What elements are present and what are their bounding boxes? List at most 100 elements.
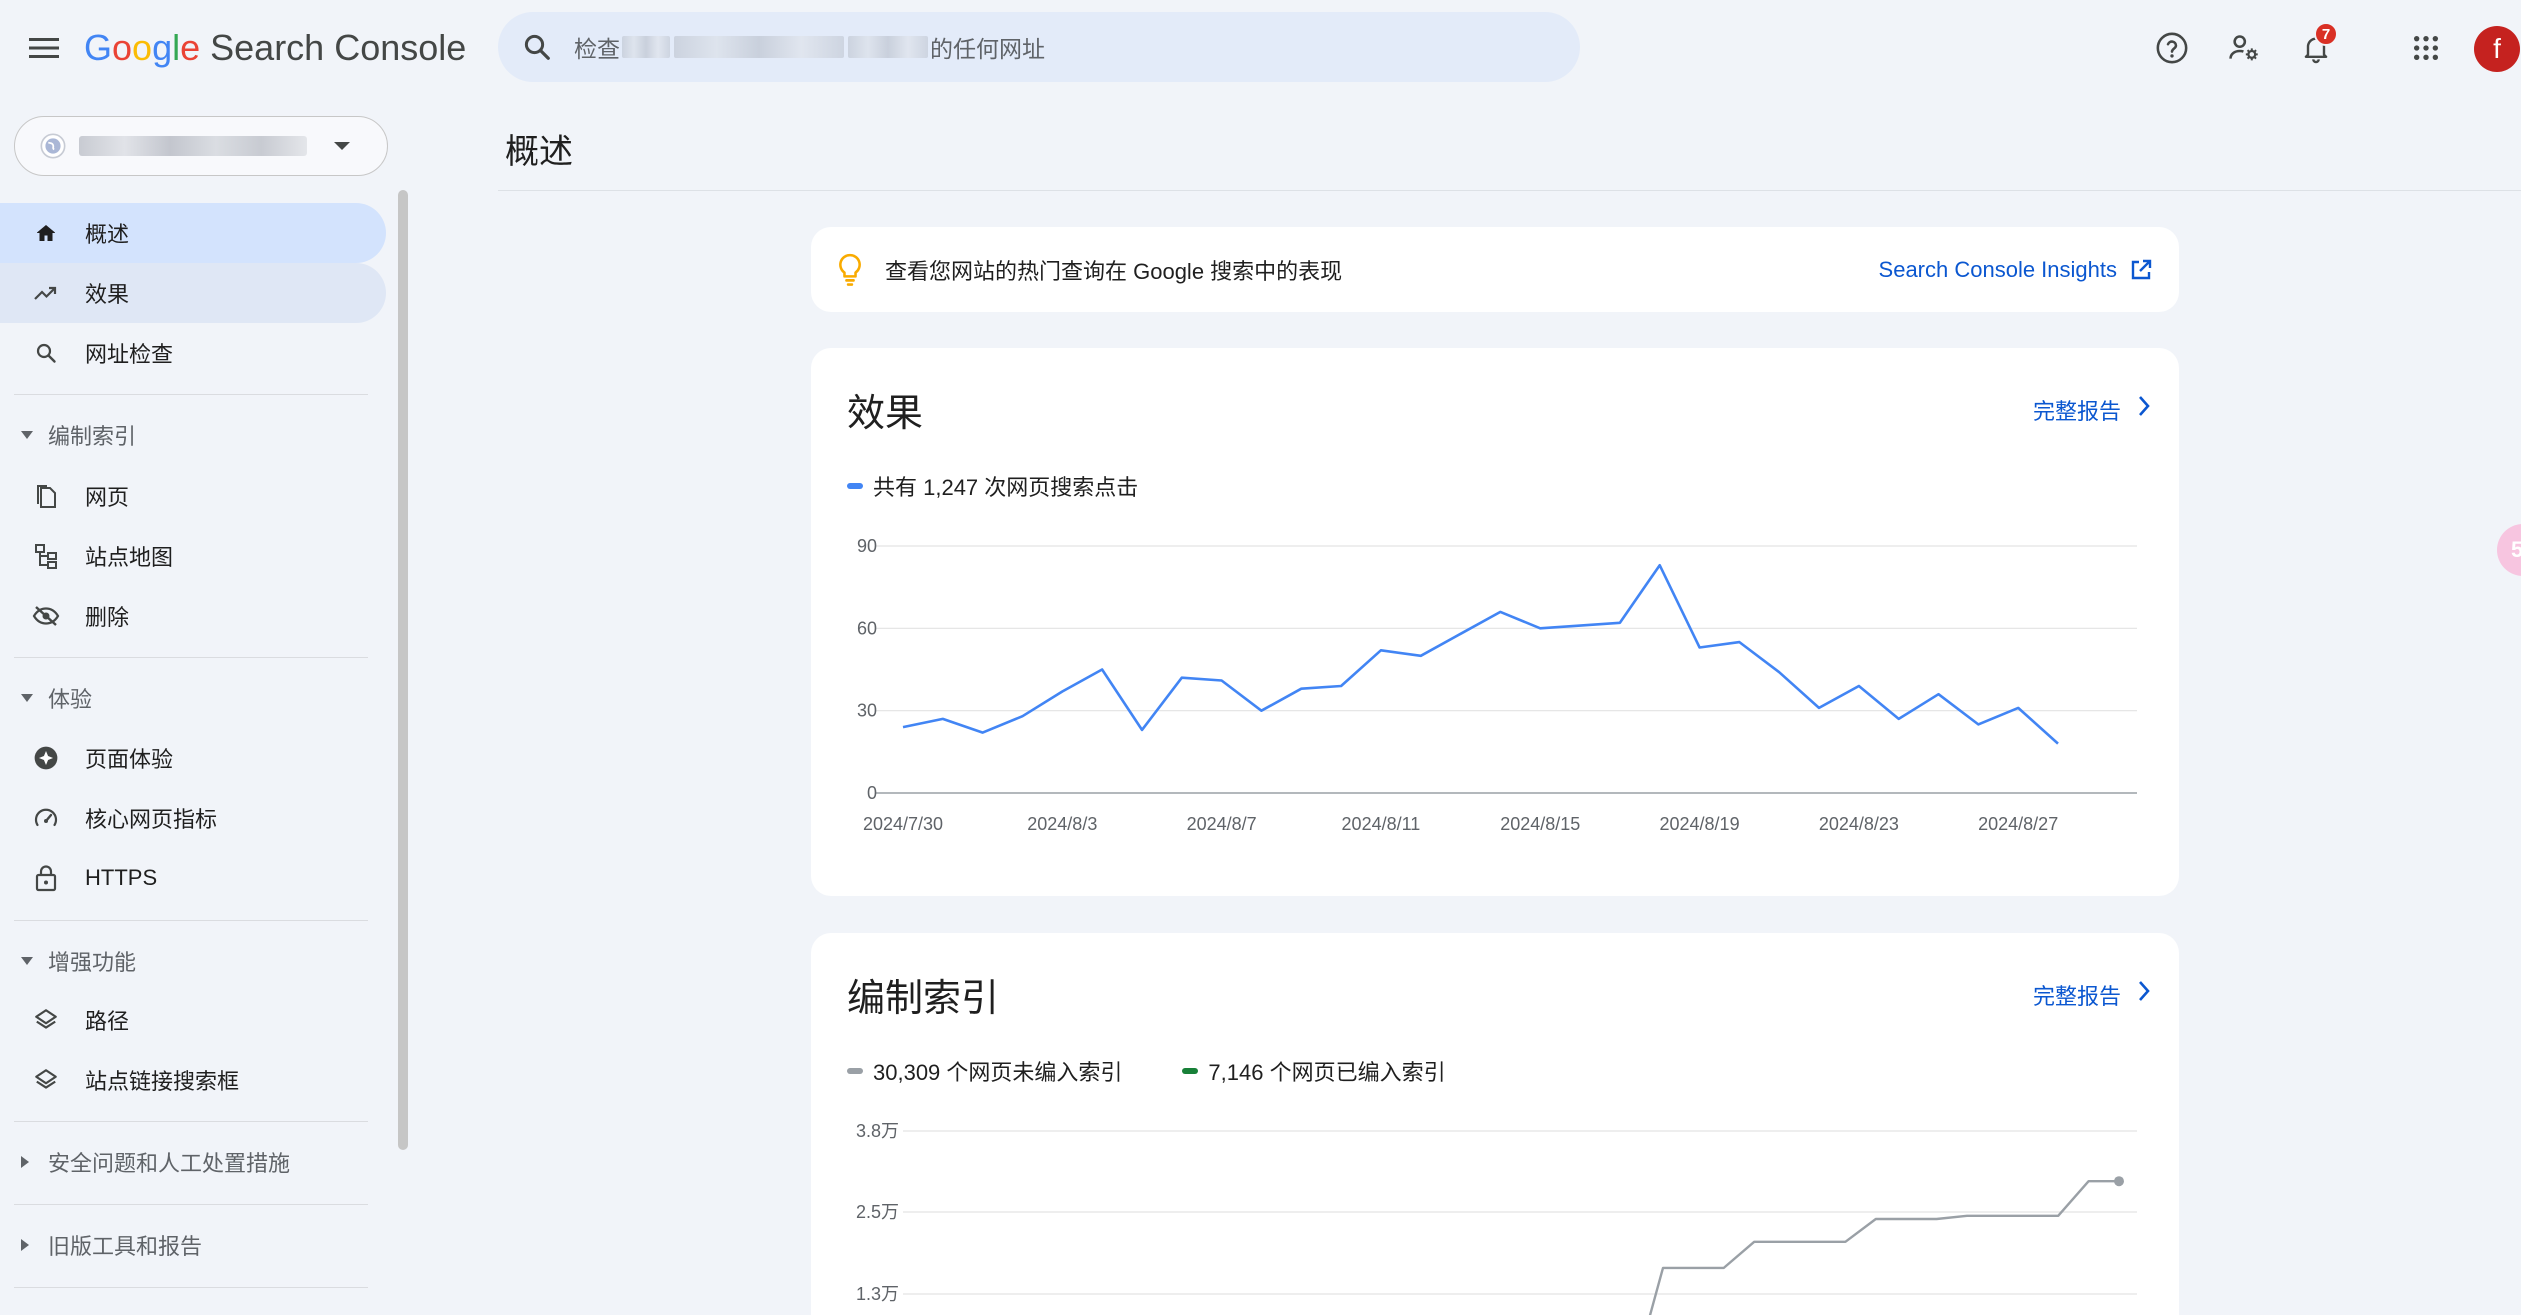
sidebar-scrollbar[interactable]: [398, 190, 408, 1150]
data-point[interactable]: [1376, 645, 1386, 655]
data-point[interactable]: [1814, 703, 1824, 713]
sidebar-item-label: 页面体验: [85, 747, 174, 772]
x-tick-label: 2024/8/23: [1819, 814, 1899, 834]
x-tick-label: 2024/8/3: [1027, 814, 1097, 834]
x-tick-label: 2024/7/30: [863, 814, 943, 834]
data-point[interactable]: [2013, 703, 2023, 713]
google-search-console-logo[interactable]: Google Search Console: [84, 26, 466, 70]
data-point[interactable]: [1695, 643, 1705, 653]
data-point[interactable]: [1017, 711, 1027, 721]
visibility-off-icon: [32, 602, 60, 630]
account-avatar[interactable]: f: [2474, 26, 2520, 72]
help-button[interactable]: [2150, 26, 2194, 70]
sidebar-item-url-inspection[interactable]: 网址检查: [0, 323, 386, 383]
data-point[interactable]: [1575, 621, 1585, 631]
sidebar-item-label: 效果: [85, 282, 130, 307]
data-point[interactable]: [1177, 673, 1187, 683]
product-name: Search Console: [210, 27, 467, 68]
indexing-line-chart[interactable]: 1.3万 2.5万 3.8万: [811, 933, 2179, 1315]
sidebar-item-label: 删除: [85, 605, 130, 630]
user-settings-button[interactable]: [2222, 26, 2266, 70]
sidebar-item-performance[interactable]: 效果: [0, 263, 386, 323]
sidebar-item-breadcrumbs[interactable]: 路径: [0, 990, 386, 1050]
y-tick-label: 0: [867, 783, 877, 803]
logo-letter: G: [84, 27, 113, 68]
data-point[interactable]: [1137, 725, 1147, 735]
google-apps-button[interactable]: [2404, 26, 2448, 70]
sidebar-item-sitelinks-searchbox[interactable]: 站点链接搜索框: [0, 1050, 386, 1110]
sidebar-item-overview[interactable]: 概述: [0, 203, 386, 263]
top-app-bar: Google Search Console 检查 的任何网址 7 f: [0, 0, 2521, 96]
series-line-clicks[interactable]: [902, 563, 2059, 745]
floating-assistant-button[interactable]: 5: [2497, 524, 2521, 576]
sidebar-item-removals[interactable]: 删除: [0, 586, 386, 646]
sidebar-section-security[interactable]: 安全问题和人工处置措施: [0, 1139, 386, 1185]
sidebar-divider: [14, 920, 368, 921]
sidebar-divider: [14, 1204, 368, 1205]
data-point[interactable]: [1256, 706, 1266, 716]
sidebar-divider: [14, 1287, 368, 1288]
data-point[interactable]: [938, 714, 948, 724]
property-selector[interactable]: [14, 116, 388, 176]
hamburger-menu-icon: [29, 38, 59, 58]
sidebar-item-label: 路径: [85, 1009, 130, 1034]
data-point[interactable]: [1854, 681, 1864, 691]
url-inspection-search-bar[interactable]: 检查 的任何网址: [498, 12, 1580, 82]
lock-icon: [32, 864, 60, 892]
sidebar-section-label: 旧版工具和报告: [48, 1234, 203, 1259]
logo-letter: l: [172, 27, 181, 68]
data-point[interactable]: [1973, 719, 1983, 729]
sidebar-section-experience[interactable]: 体验: [0, 675, 386, 721]
sidebar-item-page-experience[interactable]: 页面体验: [0, 728, 386, 788]
data-point[interactable]: [1336, 681, 1346, 691]
search-icon: [524, 34, 550, 60]
collapse-arrow-icon: [21, 431, 33, 439]
main-menu-button[interactable]: [20, 28, 68, 68]
dropdown-caret-icon: [334, 142, 350, 150]
data-point[interactable]: [1535, 623, 1545, 633]
series-line-not-indexed[interactable]: [1633, 1179, 2119, 1315]
data-point[interactable]: [1217, 675, 1227, 685]
page-experience-icon: [32, 744, 60, 772]
redacted-domain: [674, 36, 844, 58]
data-point[interactable]: [1774, 667, 1784, 677]
data-point[interactable]: [1934, 689, 1944, 699]
y-tick-label: 90: [857, 536, 877, 556]
search-console-insights-link[interactable]: Search Console Insights: [1879, 257, 2117, 283]
data-point[interactable]: [1655, 560, 1665, 570]
data-point[interactable]: [978, 728, 988, 738]
search-input-placeholder[interactable]: 检查 的任何网址: [574, 30, 1045, 64]
sidebar-item-core-web-vitals[interactable]: 核心网页指标: [0, 788, 386, 848]
x-tick-label: 2024/8/27: [1978, 814, 2058, 834]
data-point[interactable]: [1057, 686, 1067, 696]
redacted-property-name: [79, 136, 307, 156]
sidebar-section-label: 安全问题和人工处置措施: [48, 1151, 291, 1176]
performance-line-chart[interactable]: 0 30 60 90 2024/7/30 2024/8/3 2024/8/7 2024/8/1…: [811, 348, 2179, 896]
data-point[interactable]: [1894, 714, 1904, 724]
data-point[interactable]: [2053, 739, 2063, 749]
data-point[interactable]: [1416, 651, 1426, 661]
data-point[interactable]: [1456, 629, 1466, 639]
sidebar-section-enhancements[interactable]: 增强功能: [0, 938, 386, 984]
sidebar-section-indexing[interactable]: 编制索引: [0, 412, 386, 458]
data-point[interactable]: [1615, 618, 1625, 628]
data-point[interactable]: [1495, 607, 1505, 617]
globe-icon: [40, 133, 66, 159]
notifications-button[interactable]: 7: [2294, 22, 2338, 70]
manage-accounts-icon: [2229, 35, 2258, 61]
data-point[interactable]: [898, 722, 908, 732]
sidebar-item-sitemaps[interactable]: 站点地图: [0, 526, 386, 586]
sidebar-divider: [14, 1121, 368, 1122]
data-point[interactable]: [1296, 684, 1306, 694]
data-point[interactable]: [1734, 637, 1744, 647]
trending-up-icon: [32, 279, 60, 307]
open-in-new-icon[interactable]: [2129, 258, 2153, 282]
sidebar-section-legacy-tools[interactable]: 旧版工具和报告: [0, 1222, 386, 1268]
apps-grid-icon: [2413, 35, 2439, 61]
speed-gauge-icon: [32, 804, 60, 832]
data-point[interactable]: [1097, 665, 1107, 675]
series-endpoint[interactable]: [2114, 1176, 2124, 1187]
sidebar-section-label: 体验: [48, 687, 93, 712]
sidebar-item-https[interactable]: HTTPS: [0, 848, 386, 908]
sidebar-item-pages[interactable]: 网页: [0, 466, 386, 526]
